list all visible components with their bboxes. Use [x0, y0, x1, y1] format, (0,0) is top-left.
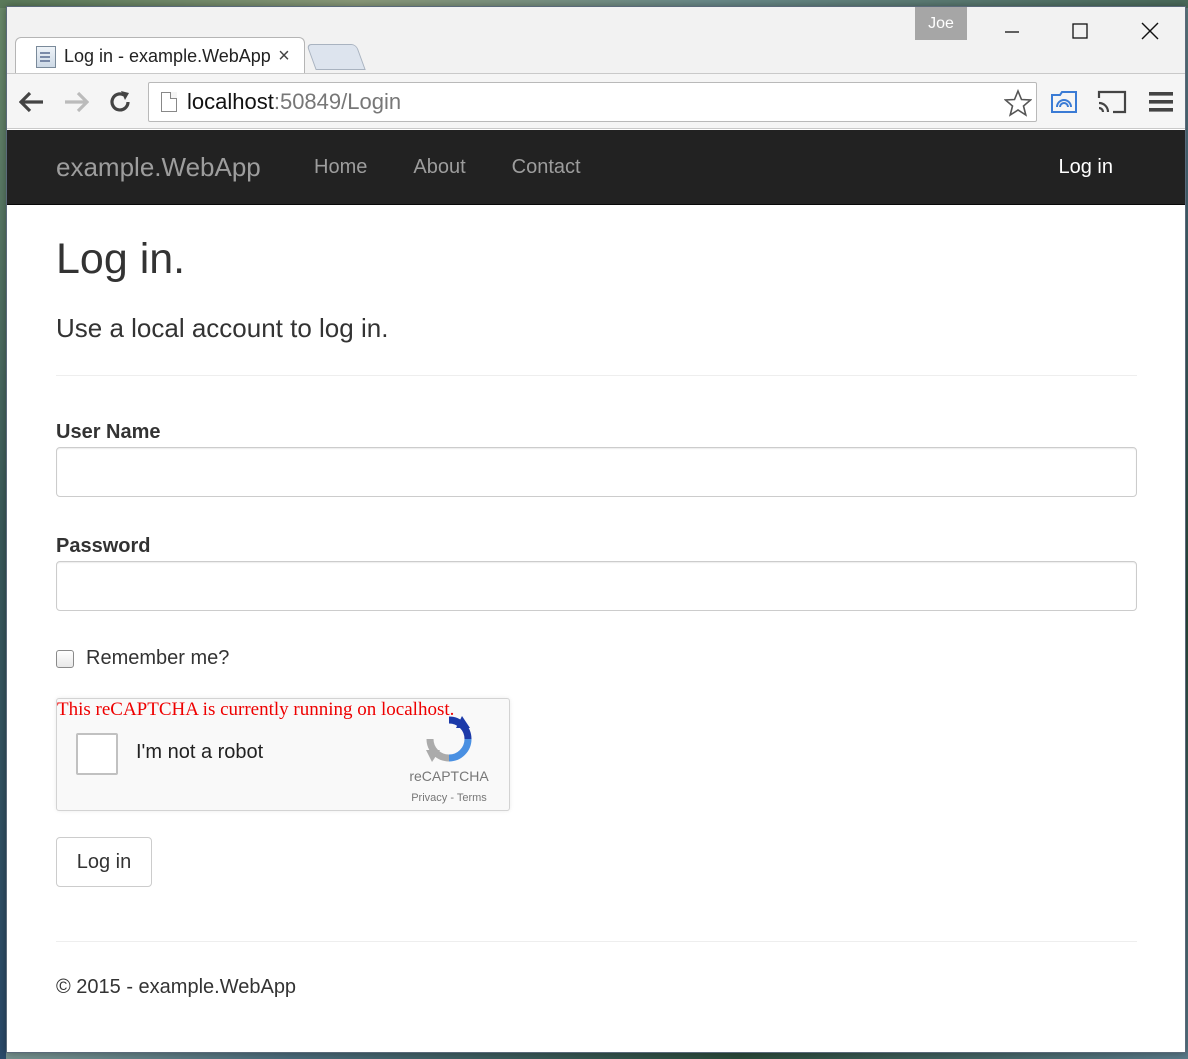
remember-me-checkbox[interactable]	[56, 649, 74, 668]
username-label: User Name	[56, 421, 161, 443]
page-favicon-icon	[36, 45, 56, 68]
remember-me-label[interactable]: Remember me?	[86, 647, 229, 670]
tab-title: Log in - example.WebApp	[64, 46, 271, 66]
nav-link-home[interactable]: Home	[314, 130, 390, 205]
username-input[interactable]	[56, 447, 1137, 497]
forward-button[interactable]	[59, 86, 93, 118]
nav-link-about[interactable]: About	[390, 130, 488, 205]
recaptcha-privacy-terms[interactable]: Privacy - Terms	[397, 792, 501, 804]
close-icon	[1141, 22, 1159, 40]
recaptcha-checkbox[interactable]	[76, 733, 118, 775]
menu-button[interactable]	[1145, 86, 1177, 118]
minimize-icon	[1005, 31, 1019, 33]
page-icon	[161, 92, 177, 112]
maximize-button[interactable]	[1057, 11, 1103, 51]
page-title: Log in.	[56, 235, 186, 283]
address-bar[interactable]: localhost:50849/Login	[148, 82, 1037, 122]
recaptcha-brand: reCAPTCHA	[409, 768, 489, 784]
extension-icon	[1051, 91, 1077, 113]
reload-icon	[110, 91, 130, 112]
back-button[interactable]	[15, 86, 49, 118]
password-label: Password	[56, 535, 151, 557]
nav-links: Home About Contact	[314, 130, 604, 205]
tab-close-icon[interactable]: ×	[274, 45, 294, 68]
nav-link-login[interactable]: Log in	[1059, 130, 1114, 205]
login-submit-button[interactable]: Log in	[56, 837, 152, 887]
back-arrow-icon	[19, 91, 43, 113]
minimize-button[interactable]	[989, 11, 1035, 51]
new-tab-button[interactable]	[306, 44, 366, 70]
recaptcha-logo-icon	[426, 716, 472, 762]
footer-divider	[56, 941, 1137, 942]
remember-me-row: Remember me?	[56, 647, 229, 670]
cast-icon	[1097, 90, 1127, 114]
site-navbar: example.WebApp Home About Contact Log in	[7, 130, 1185, 205]
footer-copyright: © 2015 - example.WebApp	[56, 976, 297, 998]
extension-button[interactable]	[1048, 86, 1080, 118]
star-icon[interactable]	[1004, 89, 1032, 117]
page-subtitle: Use a local account to log in.	[56, 313, 389, 343]
menu-icon	[1149, 92, 1173, 112]
browser-titlebar: Joe Log in - example.WebApp ×	[7, 7, 1185, 75]
url-path: :50849/Login	[273, 89, 402, 114]
browser-toolbar: localhost:50849/Login	[7, 73, 1185, 129]
url-host: localhost	[187, 89, 274, 114]
page-viewport: example.WebApp Home About Contact Log in…	[7, 130, 1185, 1052]
tab-login[interactable]: Log in - example.WebApp ×	[15, 37, 305, 75]
cast-button[interactable]	[1096, 86, 1128, 118]
nav-link-contact[interactable]: Contact	[489, 130, 604, 205]
maximize-icon	[1072, 23, 1088, 39]
navbar-brand[interactable]: example.WebApp	[56, 152, 261, 183]
browser-window: Joe Log in - example.WebApp × localhost …	[6, 6, 1186, 1053]
recaptcha-localhost-warning: This reCAPTCHA is currently running on l…	[57, 699, 455, 720]
forward-arrow-icon	[65, 91, 89, 113]
profile-badge[interactable]: Joe	[915, 7, 967, 40]
recaptcha-label: I'm not a robot	[136, 741, 264, 763]
reload-button[interactable]	[103, 86, 137, 118]
close-window-button[interactable]	[1127, 11, 1173, 51]
password-input[interactable]	[56, 561, 1137, 611]
divider	[56, 375, 1137, 376]
